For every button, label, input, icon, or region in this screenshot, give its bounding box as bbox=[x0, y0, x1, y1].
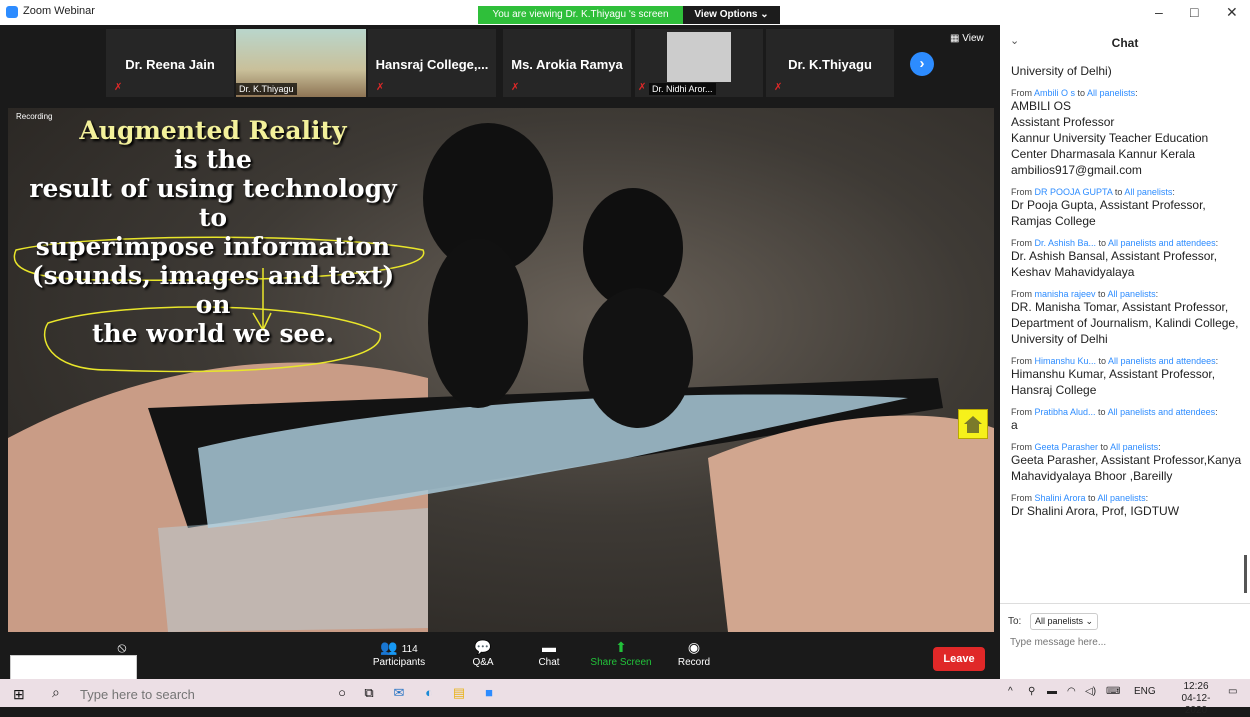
notification-icon[interactable]: ▭ bbox=[1228, 686, 1237, 697]
zoom-app-icon[interactable]: ■ bbox=[480, 684, 498, 702]
title-bar: Zoom Webinar You are viewing Dr. K.Thiya… bbox=[0, 0, 1250, 25]
participant-strip: Dr. Reena Jain ✗ Dr. K.Thiyagu Hansraj C… bbox=[0, 25, 1000, 103]
task-view-icon[interactable]: ⧉ bbox=[360, 684, 378, 702]
share-screen-button[interactable]: ⬆ Share Screen bbox=[586, 637, 656, 668]
volume-icon[interactable]: ◁) bbox=[1085, 686, 1096, 697]
participant-tile[interactable]: ✗ Dr. Nidhi Aror... bbox=[635, 29, 763, 97]
slide-line: the world we see. bbox=[91, 319, 335, 348]
viewing-banner: You are viewing Dr. K.Thiyagu 's screen bbox=[478, 6, 683, 24]
system-clock[interactable]: 12:26 04-12-2020 bbox=[1173, 681, 1219, 717]
meeting-toolbar: ⦸ deo 👥 114 Participants 💬 Q&A ▬ Chat ⬆ … bbox=[0, 633, 1000, 681]
chat-message: From DR POOJA GUPTA to All panelists: Dr… bbox=[1011, 187, 1206, 228]
participants-button[interactable]: 👥 114 Participants bbox=[364, 637, 434, 668]
muted-mic-icon: ✗ bbox=[114, 82, 123, 93]
chat-message: From Pratibha Alud... to All panelists a… bbox=[1011, 407, 1218, 432]
chat-header: ⌄ Chat bbox=[1000, 25, 1250, 59]
chat-message: From Shalini Arora to All panelists: Dr … bbox=[1011, 493, 1180, 518]
minimize-button[interactable]: – bbox=[1155, 4, 1163, 20]
chat-message: From Geeta Parasher to All panelists: Ge… bbox=[1011, 442, 1242, 483]
zoom-logo-icon bbox=[6, 6, 18, 18]
chat-message: University of Delhi) bbox=[1011, 64, 1112, 78]
muted-mic-icon: ✗ bbox=[774, 82, 783, 93]
chat-message: From Himanshu Ku... to All panelists and… bbox=[1011, 356, 1219, 397]
participant-tile[interactable]: Dr. K.Thiyagu ✗ bbox=[766, 29, 894, 97]
participant-label: Dr. Nidhi Aror... bbox=[649, 83, 716, 95]
shared-screen: Recording Augmented Reality is the resul… bbox=[8, 108, 994, 632]
slide-line: result of using technology bbox=[29, 174, 397, 203]
message-input[interactable] bbox=[1008, 636, 1242, 649]
app-title: Zoom Webinar bbox=[23, 5, 95, 17]
maximize-button[interactable]: □ bbox=[1190, 4, 1198, 20]
home-icon[interactable] bbox=[958, 409, 988, 439]
slide-line: superimpose information bbox=[35, 232, 391, 261]
chat-title: Chat bbox=[1111, 36, 1139, 50]
participants-icon: 👥 114 bbox=[380, 639, 418, 655]
participant-name: Ms. Arokia Ramya bbox=[511, 57, 623, 72]
participant-label: Dr. K.Thiyagu bbox=[236, 83, 297, 95]
chat-panel: ⌄ Chat University of Delhi) From Ambili … bbox=[1000, 25, 1250, 679]
slide-line: to bbox=[198, 203, 228, 232]
battery-icon[interactable]: ▬ bbox=[1047, 686, 1057, 697]
participant-tile[interactable]: Ms. Arokia Ramya ✗ bbox=[503, 29, 631, 97]
taskbar-search-input[interactable] bbox=[78, 684, 322, 704]
avatar bbox=[667, 32, 731, 82]
bluetooth-icon[interactable]: ⚲ bbox=[1028, 686, 1035, 697]
share-screen-icon: ⬆ bbox=[615, 639, 627, 655]
search-icon: ⌕ bbox=[52, 684, 60, 700]
next-page-button[interactable]: › bbox=[910, 52, 934, 76]
recipient-select[interactable]: All panelists ⌄ bbox=[1030, 613, 1099, 630]
view-button[interactable]: ▦ View bbox=[950, 33, 984, 44]
participant-name: Dr. Reena Jain bbox=[125, 57, 215, 72]
windows-taskbar: ⊞ ⌕ ○ ⧉ ✉ ◐ ▤ ■ ^ ⚲ ▬ ◠ ◁) ⌨ ENG 12:26 0… bbox=[0, 679, 1250, 716]
participant-name: Dr. K.Thiyagu bbox=[788, 57, 872, 72]
video-off-icon: ⦸ bbox=[117, 639, 127, 655]
participant-tile[interactable]: Hansraj College,... ✗ bbox=[368, 29, 496, 97]
chat-message: From Ambili O s to All panelists: AMBILI… bbox=[1011, 88, 1209, 177]
chat-messages[interactable]: University of Delhi) From Ambili O s to … bbox=[1011, 63, 1246, 603]
leave-button[interactable]: Leave bbox=[933, 647, 985, 671]
system-tray: ^ ⚲ ▬ ◠ ◁) ⌨ ENG 12:26 04-12-2020 ▭ bbox=[990, 679, 1250, 716]
slide-text: Augmented Reality is the result of using… bbox=[8, 116, 418, 348]
chat-compose: To: All panelists ⌄ bbox=[1000, 603, 1250, 680]
chat-icon: ▬ bbox=[542, 639, 556, 655]
chat-message: From manisha rajeev to All panelists: DR… bbox=[1011, 289, 1239, 346]
mail-icon[interactable]: ✉ bbox=[390, 684, 408, 702]
slide-line: on bbox=[195, 290, 231, 319]
muted-mic-icon: ✗ bbox=[638, 82, 647, 93]
cortana-icon[interactable]: ○ bbox=[333, 684, 351, 702]
taskbar-search[interactable]: ⌕ bbox=[40, 679, 325, 707]
video-button[interactable]: ⦸ deo bbox=[102, 637, 142, 668]
chat-button[interactable]: ▬ Chat bbox=[514, 637, 584, 668]
muted-mic-icon: ✗ bbox=[511, 82, 520, 93]
language-indicator[interactable]: ENG bbox=[1134, 686, 1156, 697]
to-label: To: bbox=[1008, 616, 1022, 627]
muted-mic-icon: ✗ bbox=[376, 82, 385, 93]
meeting-area: Dr. Reena Jain ✗ Dr. K.Thiyagu Hansraj C… bbox=[0, 25, 1000, 681]
participant-name: Hansraj College,... bbox=[375, 57, 489, 72]
slide-line: (sounds, images and text) bbox=[31, 261, 395, 290]
view-options-button[interactable]: View Options ⌄ bbox=[683, 6, 780, 24]
wifi-icon[interactable]: ◠ bbox=[1067, 686, 1076, 697]
participant-video-tile[interactable]: Dr. K.Thiyagu bbox=[236, 29, 366, 97]
windows-start-icon[interactable]: ⊞ bbox=[13, 686, 25, 703]
keyboard-icon[interactable]: ⌨ bbox=[1106, 686, 1120, 697]
edge-browser-icon[interactable]: ◐ bbox=[420, 684, 438, 702]
chevron-up-icon[interactable]: ^ bbox=[1008, 686, 1013, 697]
slide-line: is the bbox=[174, 145, 252, 174]
chat-scrollbar[interactable] bbox=[1244, 555, 1247, 593]
close-button[interactable]: ✕ bbox=[1226, 4, 1238, 21]
qa-button[interactable]: 💬 Q&A bbox=[448, 637, 518, 668]
file-explorer-icon[interactable]: ▤ bbox=[450, 684, 468, 702]
record-icon: ◉ bbox=[687, 639, 701, 655]
qa-icon: 💬 bbox=[474, 639, 492, 655]
slide-line: Augmented Reality bbox=[79, 116, 347, 145]
chat-message: From Dr. Ashish Ba... to All panelists a… bbox=[1011, 238, 1219, 279]
participant-tile[interactable]: Dr. Reena Jain ✗ bbox=[106, 29, 234, 97]
record-button[interactable]: ◉ Record bbox=[659, 637, 729, 668]
